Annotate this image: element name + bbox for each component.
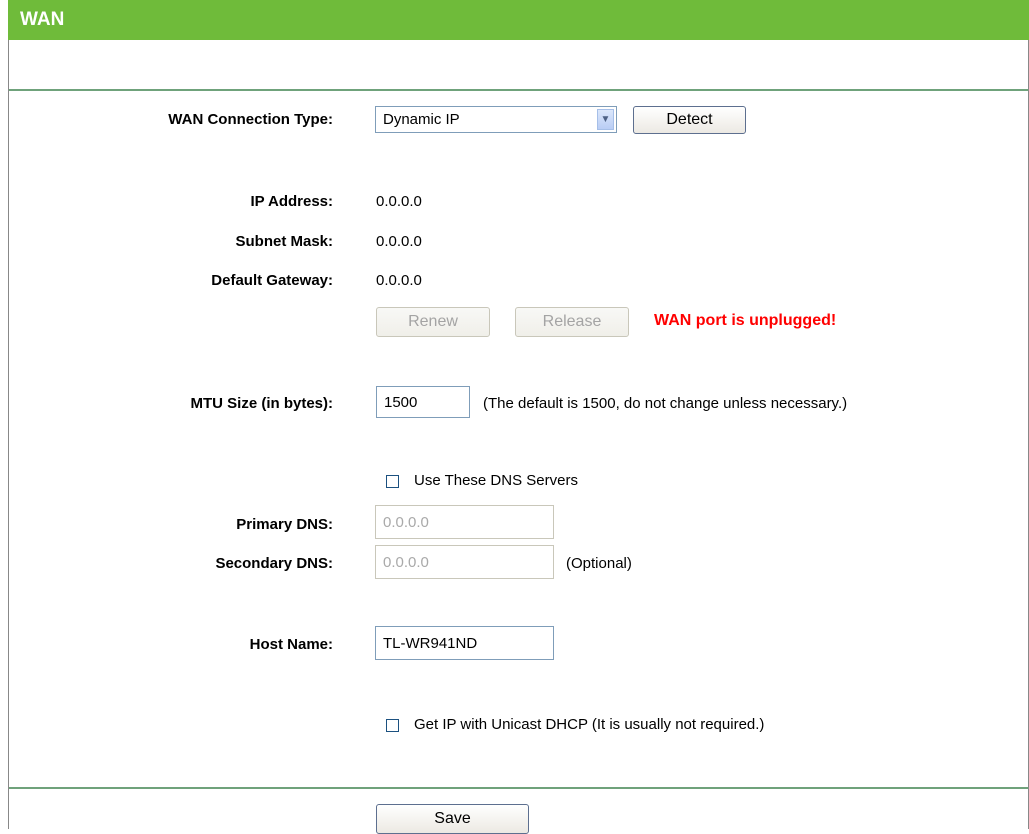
connection-type-value: Dynamic IP	[383, 111, 460, 128]
ip-address-value: 0.0.0.0	[376, 193, 422, 210]
use-dns-label: Use These DNS Servers	[414, 472, 578, 489]
unicast-dhcp-label: Get IP with Unicast DHCP (It is usually …	[414, 716, 765, 733]
detect-button[interactable]: Detect	[633, 106, 746, 134]
wan-unplugged-warning: WAN port is unplugged!	[654, 312, 837, 329]
renew-button[interactable]: Renew	[376, 307, 490, 337]
mtu-size-label: MTU Size (in bytes):	[190, 395, 333, 412]
connection-type-select[interactable]: Dynamic IP ▼	[375, 106, 617, 133]
top-divider	[9, 89, 1028, 91]
ip-address-label: IP Address:	[250, 193, 333, 210]
default-gateway-value: 0.0.0.0	[376, 272, 422, 289]
secondary-dns-input[interactable]	[375, 545, 554, 579]
chevron-down-icon[interactable]: ▼	[597, 109, 614, 130]
bottom-divider	[9, 787, 1028, 789]
save-button[interactable]: Save	[376, 804, 529, 834]
release-button[interactable]: Release	[515, 307, 629, 337]
unicast-dhcp-checkbox[interactable]	[386, 719, 399, 732]
subnet-mask-label: Subnet Mask:	[235, 233, 333, 250]
use-dns-checkbox[interactable]	[386, 475, 399, 488]
secondary-dns-label: Secondary DNS:	[215, 555, 333, 572]
optional-note: (Optional)	[566, 555, 632, 572]
subnet-mask-value: 0.0.0.0	[376, 233, 422, 250]
mtu-note: (The default is 1500, do not change unle…	[483, 395, 848, 412]
host-name-input[interactable]	[375, 626, 554, 660]
primary-dns-label: Primary DNS:	[236, 516, 333, 533]
primary-dns-input[interactable]	[375, 505, 554, 539]
mtu-size-input[interactable]	[376, 386, 470, 418]
connection-type-label: WAN Connection Type:	[168, 111, 333, 128]
default-gateway-label: Default Gateway:	[211, 272, 333, 289]
host-name-label: Host Name:	[249, 636, 333, 653]
page-title: WAN	[8, 0, 1029, 40]
